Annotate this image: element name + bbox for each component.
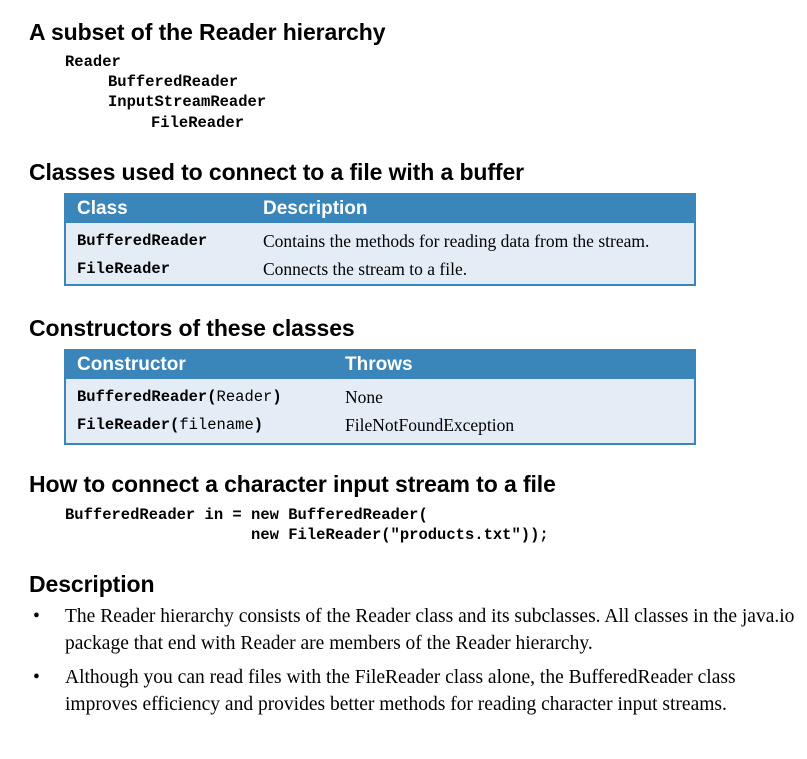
bullet-text: The Reader hierarchy consists of the Rea… <box>65 606 795 654</box>
constructor-throws: FileNotFoundException <box>345 415 515 435</box>
bullet-icon: • <box>33 667 40 688</box>
open-paren: ( <box>207 388 217 406</box>
hierarchy-line: FileReader <box>151 114 245 132</box>
table-row: BufferedReader Contains the methods for … <box>66 225 694 253</box>
class-description: Contains the methods for reading data fr… <box>263 231 650 251</box>
description-heading: Description <box>29 571 155 597</box>
classes-table-header: Class Description <box>66 195 694 223</box>
example-heading: How to connect a character input stream … <box>29 471 556 497</box>
open-paren: ( <box>170 416 180 434</box>
classes-heading: Classes used to connect to a file with a… <box>29 159 525 185</box>
table-row: FileReader(filename) FileNotFoundExcepti… <box>66 409 694 437</box>
table-row: FileReader Connects the stream to a file… <box>66 253 694 281</box>
constructor-signature: BufferedReader(Reader) <box>77 388 282 406</box>
list-item: • Although you can read files with the F… <box>0 665 807 718</box>
bullet-icon: • <box>33 606 40 627</box>
constructors-table-header: Constructor Throws <box>66 351 694 379</box>
close-paren: ) <box>253 416 264 434</box>
hierarchy-line: BufferedReader <box>108 73 239 91</box>
constructor-name: FileReader <box>77 416 171 434</box>
class-description: Connects the stream to a file. <box>263 259 468 279</box>
hierarchy-line: InputStreamReader <box>108 93 267 111</box>
table-row: BufferedReader(Reader) None <box>66 381 694 409</box>
throws-column-header: Throws <box>345 354 413 375</box>
constructor-arg: filename <box>179 416 254 434</box>
page: A subset of the Reader hierarchy Reader … <box>0 0 807 759</box>
constructors-heading: Constructors of these classes <box>29 315 355 341</box>
class-name: BufferedReader <box>77 232 208 250</box>
bullet-text: Although you can read files with the Fil… <box>65 667 736 715</box>
constructor-column-header: Constructor <box>77 354 186 375</box>
hierarchy-line: Reader <box>65 53 121 71</box>
close-paren: ) <box>272 388 282 406</box>
classes-table: Class Description BufferedReader Contain… <box>64 193 696 286</box>
constructors-table: Constructor Throws BufferedReader(Reader… <box>64 349 696 445</box>
constructor-arg: Reader <box>216 388 273 406</box>
code-line: new FileReader("products.txt")); <box>65 526 549 544</box>
list-item: • The Reader hierarchy consists of the R… <box>0 604 807 657</box>
description-list: • The Reader hierarchy consists of the R… <box>0 604 807 726</box>
description-column-header: Description <box>263 198 368 219</box>
class-name: FileReader <box>77 260 171 278</box>
constructor-name: BufferedReader <box>77 388 208 406</box>
constructor-throws: None <box>345 387 383 407</box>
class-column-header: Class <box>77 198 128 219</box>
constructor-signature: FileReader(filename) <box>77 416 263 434</box>
hierarchy-heading: A subset of the Reader hierarchy <box>29 19 386 45</box>
code-line: BufferedReader in = new BufferedReader( <box>65 506 428 524</box>
